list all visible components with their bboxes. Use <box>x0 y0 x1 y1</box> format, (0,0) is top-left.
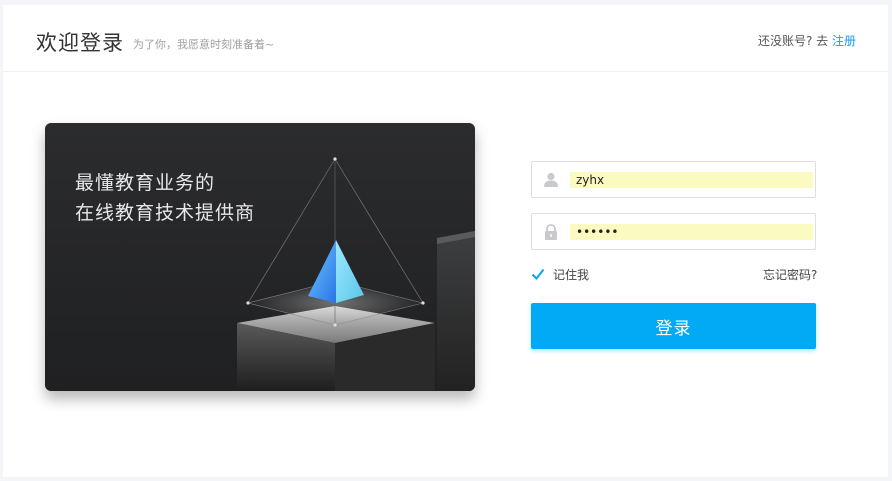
lock-icon <box>542 223 560 241</box>
password-field[interactable] <box>531 213 816 250</box>
username-field[interactable] <box>531 161 816 198</box>
banner-line-2: 在线教育技术提供商 <box>75 202 256 224</box>
forgot-password-link[interactable]: 忘记密码? <box>763 266 817 283</box>
page-header: 欢迎登录 为了你，我愿意时刻准备着~ 还没账号? 去 注册 <box>3 5 888 72</box>
pyramid-illustration <box>237 157 475 391</box>
remember-label: 记住我 <box>553 268 590 282</box>
register-prompt: 还没账号? 去 注册 <box>758 32 856 49</box>
banner-line-1: 最懂教育业务的 <box>75 172 216 194</box>
login-button[interactable]: 登录 <box>531 303 816 349</box>
page-title: 欢迎登录 <box>36 31 124 55</box>
register-link[interactable]: 注册 <box>832 34 856 48</box>
checkmark-icon <box>531 268 545 281</box>
promo-banner: 最懂教育业务的 在线教育技术提供商 <box>45 123 475 391</box>
password-input[interactable] <box>570 224 813 240</box>
remember-checkbox[interactable] <box>531 267 545 281</box>
page-subtitle: 为了你，我愿意时刻准备着~ <box>133 38 275 51</box>
user-icon <box>542 171 560 189</box>
register-prompt-text: 还没账号? 去 <box>757 34 829 48</box>
login-page: 欢迎登录 为了你，我愿意时刻准备着~ 还没账号? 去 注册 最懂教育业务的 在线… <box>3 5 888 477</box>
username-input[interactable] <box>570 172 813 188</box>
remember-me[interactable]: 记住我 <box>531 266 589 283</box>
